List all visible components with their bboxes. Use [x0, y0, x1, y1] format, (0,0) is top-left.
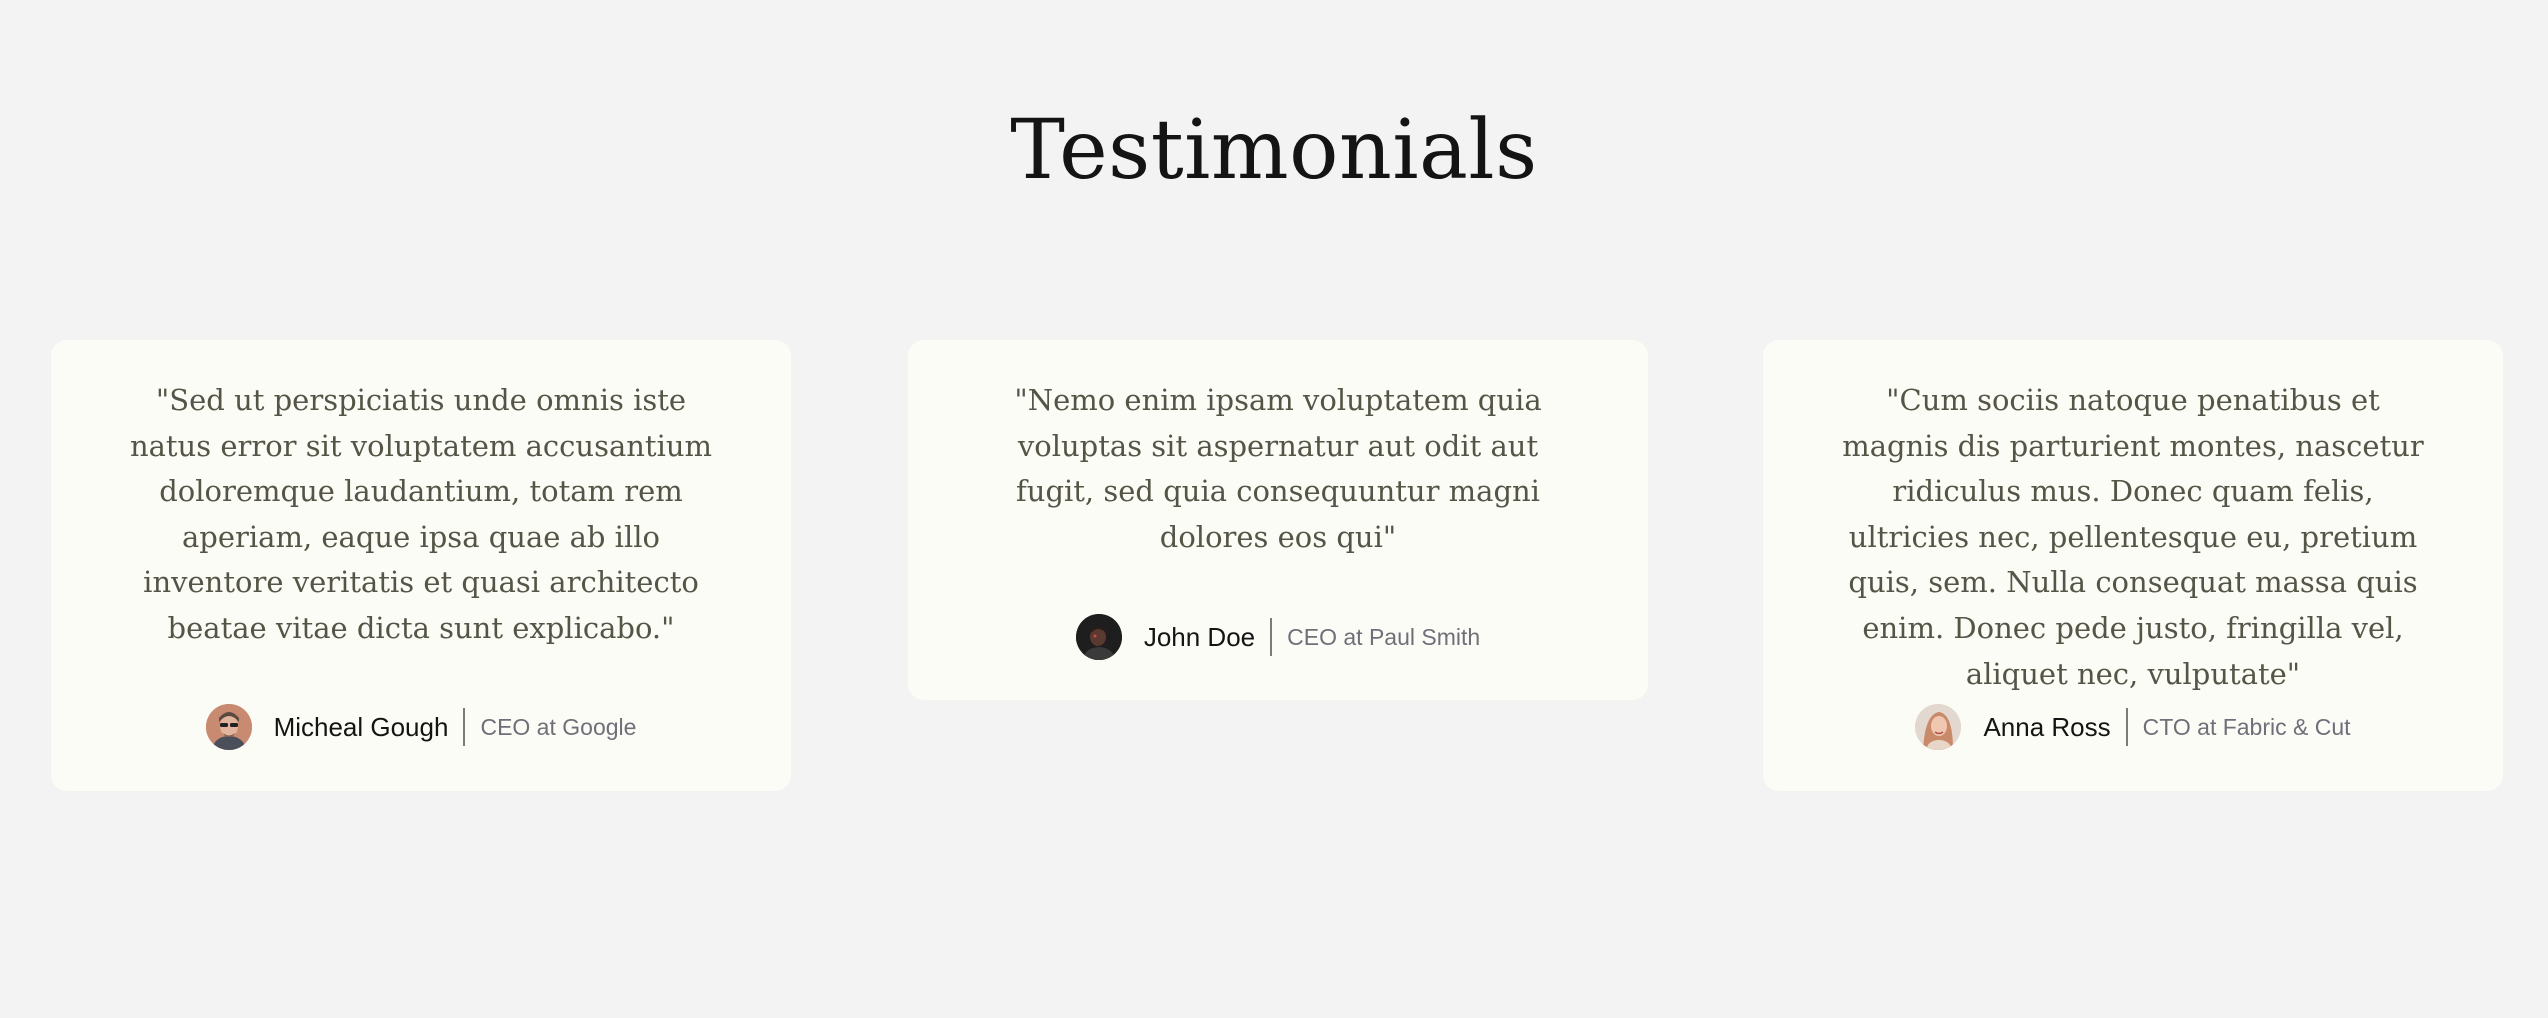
- testimonial-card: "Cum sociis natoque penatibus et magnis …: [1763, 340, 2503, 791]
- testimonial-author: John Doe CEO at Paul Smith: [908, 613, 1648, 661]
- author-divider: [1270, 618, 1273, 656]
- testimonial-quote: "Cum sociis natoque penatibus et magnis …: [1842, 383, 2424, 691]
- author-avatar: [1915, 704, 1962, 750]
- author-role: CTO at Fabric & Cut: [2142, 713, 2351, 740]
- testimonial-quote: "Sed ut perspiciatis unde omnis iste nat…: [129, 383, 713, 645]
- testimonial-card: "Sed ut perspiciatis unde omnis iste nat…: [51, 340, 791, 791]
- page-title: Testimonials: [1010, 103, 1538, 198]
- testimonial-card: "Nemo enim ipsam voluptatem quia volupta…: [908, 340, 1648, 700]
- person-avatar-icon: [1915, 704, 1962, 750]
- author-divider: [2125, 708, 2128, 746]
- author-role: CEO at Paul Smith: [1287, 623, 1481, 650]
- person-avatar-icon: [1075, 614, 1122, 660]
- testimonial-quote: "Nemo enim ipsam voluptatem quia volupta…: [1014, 383, 1542, 554]
- testimonial-author: Micheal Gough CEO at Google: [51, 703, 791, 751]
- author-role: CEO at Google: [480, 713, 637, 740]
- author-avatar: [1075, 614, 1122, 660]
- person-avatar-icon: [205, 704, 252, 750]
- author-name: Micheal Gough: [273, 711, 449, 742]
- testimonial-author: Anna Ross CTO at Fabric & Cut: [1763, 703, 2503, 751]
- author-name: John Doe: [1143, 621, 1256, 652]
- author-avatar: [205, 704, 252, 750]
- author-divider: [463, 708, 466, 746]
- author-name: Anna Ross: [1983, 711, 2111, 742]
